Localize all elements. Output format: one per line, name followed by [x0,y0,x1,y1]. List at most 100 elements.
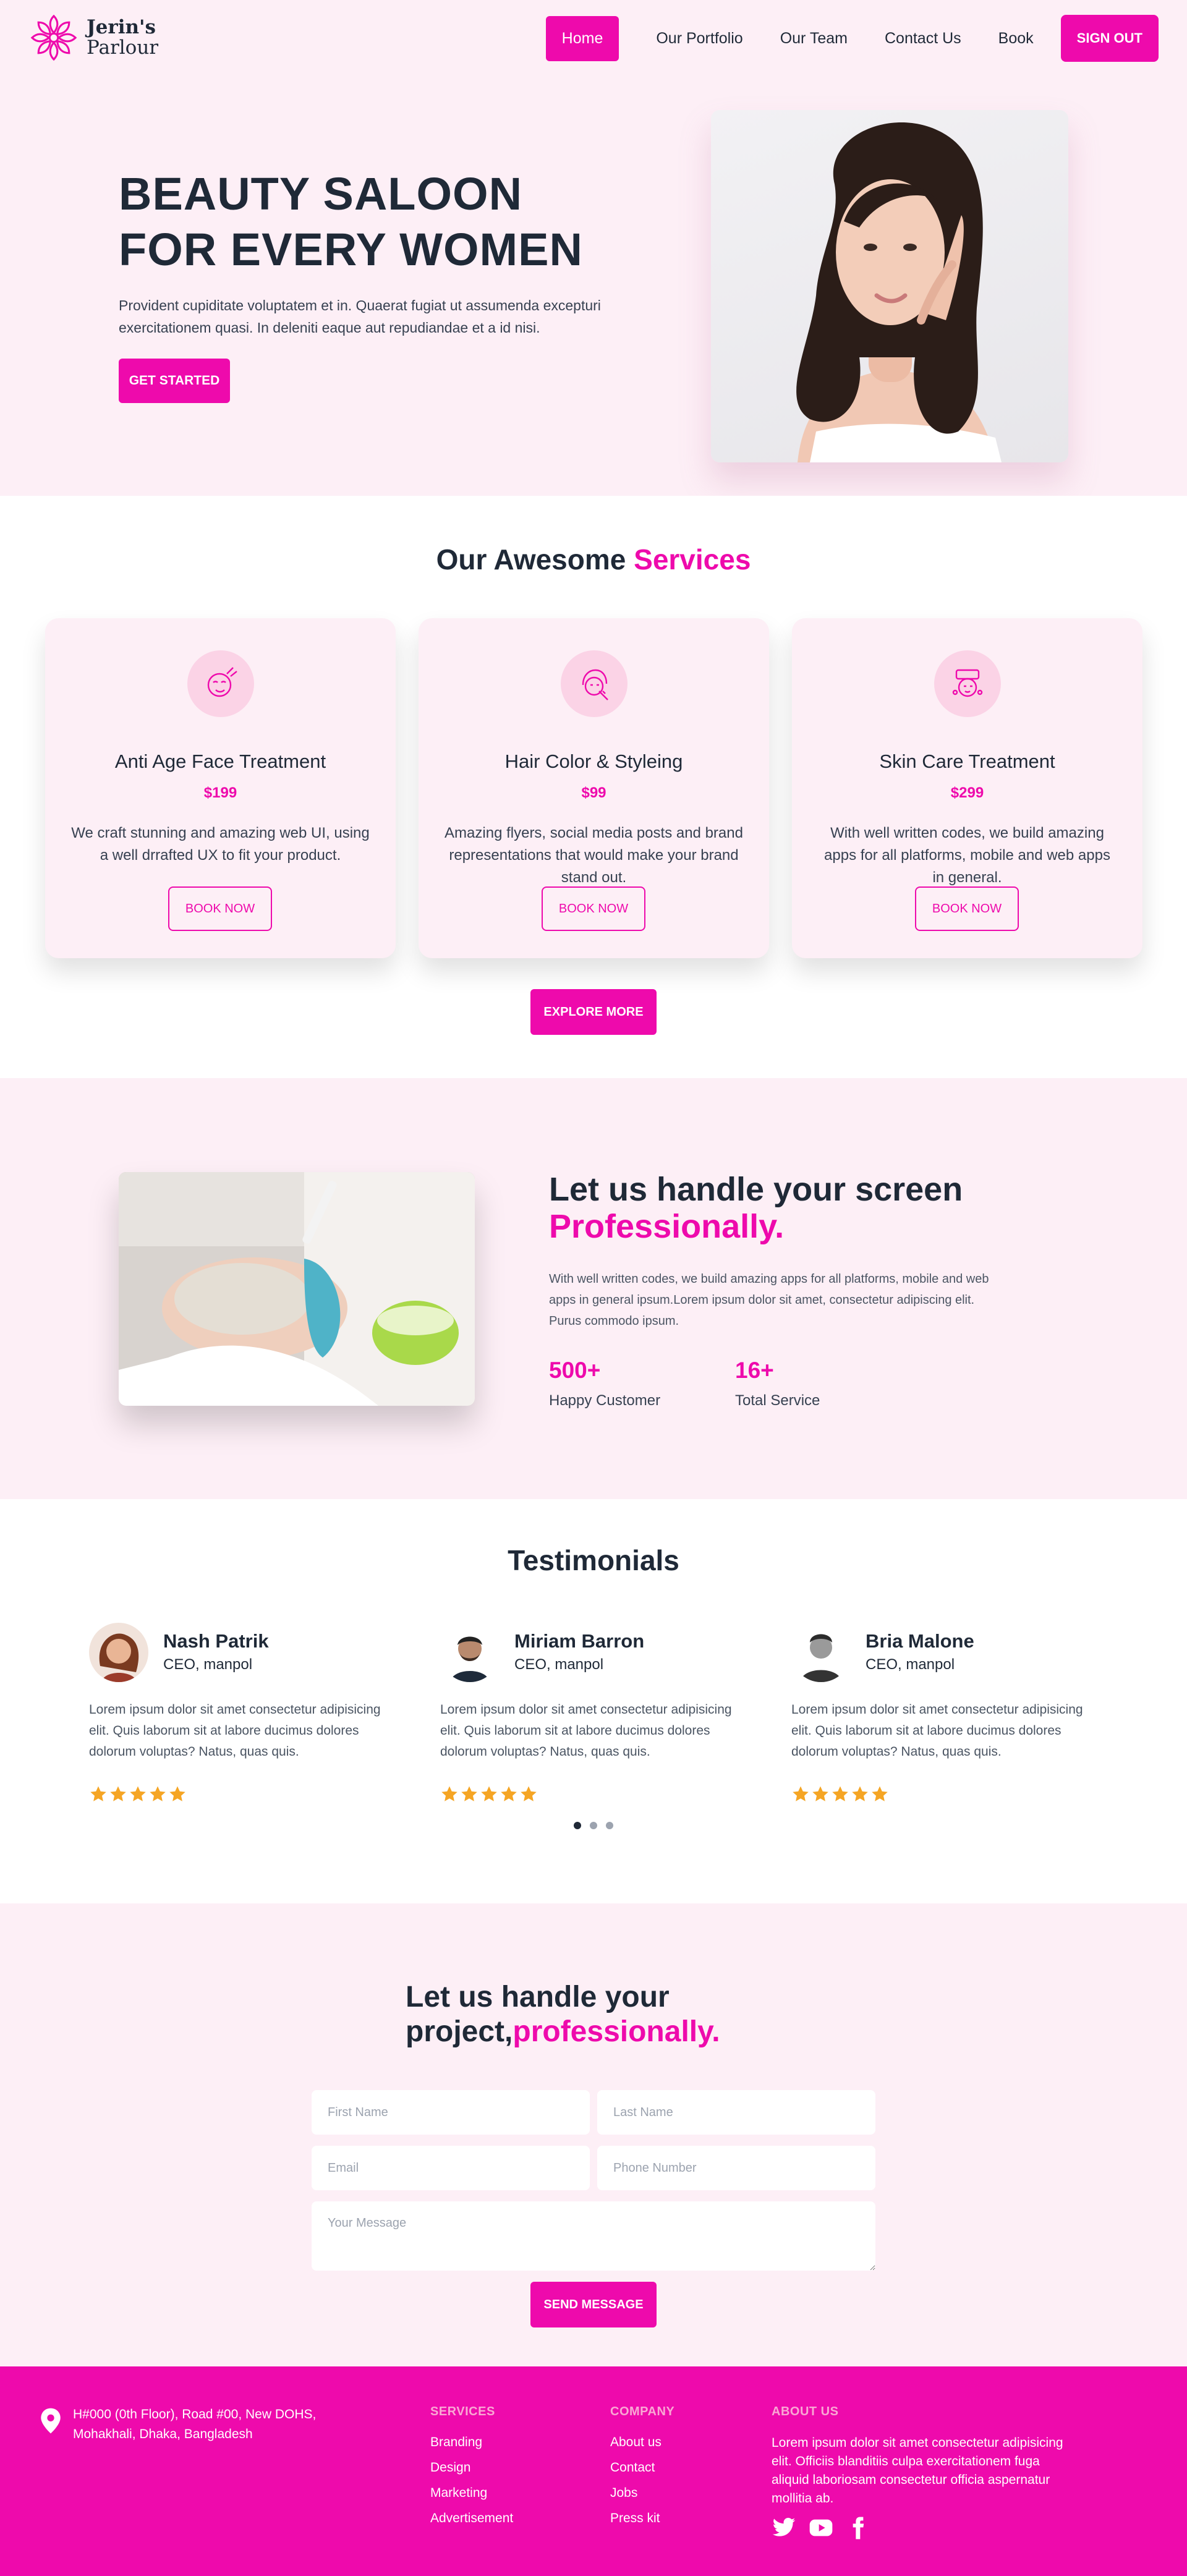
facebook-icon[interactable] [846,2515,870,2540]
services-title: Our Awesome Services [0,543,1187,576]
flower-logo-icon [30,14,77,61]
get-started-button[interactable]: GET STARTED [119,359,230,403]
testimonial-role: CEO, manpol [514,1656,604,1673]
testimonial-role: CEO, manpol [163,1656,253,1673]
footer-link-design[interactable]: Design [430,2460,513,2475]
footer-about-column: ABOUT US Lorem ipsum dolor sit amet cons… [772,2405,1081,2540]
services-title-accent: Services [634,543,751,576]
hero-section: BEAUTY SALOON FOR EVERY WOMEN Provident … [0,77,1187,496]
book-now-button[interactable]: BOOK NOW [542,886,645,931]
footer-link-jobs[interactable]: Jobs [610,2486,674,2501]
sign-out-button[interactable]: SIGN OUT [1060,15,1159,62]
email-field[interactable] [312,2146,590,2190]
star-icon [872,1786,888,1801]
testimonial-name: Miriam Barron [514,1630,645,1652]
footer-heading: COMPANY [610,2405,675,2418]
facial-treatment-illustration [119,1172,475,1406]
book-now-button[interactable]: BOOK NOW [168,886,272,931]
hero-model-illustration [796,122,1002,462]
nav-book-link[interactable]: Book [998,30,1034,48]
star-icon [90,1786,106,1801]
brand-name: Jerin's Parlour [87,17,158,57]
star-icon [812,1786,828,1801]
first-name-field[interactable] [312,2090,590,2135]
message-field[interactable] [312,2201,875,2271]
carousel-dot[interactable] [606,1822,613,1829]
service-title: Anti Age Face Treatment [114,750,326,772]
footer-link-branding[interactable]: Branding [430,2435,513,2450]
footer-link-about[interactable]: About us [610,2435,674,2450]
contact-title: Let us handle your project,professionall… [406,1980,720,2049]
stat-value: 500+ [549,1358,601,1383]
star-icon [521,1786,537,1801]
nav-contact-link[interactable]: Contact Us [885,30,961,48]
last-name-field[interactable] [597,2090,875,2135]
testimonial-name: Nash Patrik [163,1630,269,1652]
avatar [89,1623,148,1682]
star-icon [832,1786,848,1801]
nav-portfolio-link[interactable]: Our Portfolio [656,30,742,48]
service-card: Anti Age Face Treatment $199 We craft st… [45,618,396,958]
main-menu: Home Our Portfolio Our Team Contact Us B… [545,15,1159,62]
footer-link-marketing[interactable]: Marketing [430,2486,513,2501]
footer-link-contact[interactable]: Contact [610,2460,674,2475]
about-section: Let us handle your screen Professionally… [0,1078,1187,1499]
hero-description: Provident cupiditate voluptatem et in. Q… [119,297,601,336]
navbar: Jerin's Parlour Home Our Portfolio Our T… [0,0,1187,77]
footer-link-press-kit[interactable]: Press kit [610,2511,674,2526]
footer-heading: SERVICES [430,2405,495,2418]
testimonials-section: Testimonials Nash Patrik CEO, manpol Lor… [0,1499,1187,1903]
star-icon [501,1786,517,1801]
about-title-accent: Professionally. [549,1208,785,1245]
brand-logo[interactable]: Jerin's Parlour [30,14,158,62]
star-icon [461,1786,477,1801]
carousel-dot[interactable] [590,1822,597,1829]
contact-title-accent: professionally. [513,2015,720,2048]
testimonial-text: Lorem ipsum dolor sit amet consectetur a… [89,1702,381,1759]
explore-more-button[interactable]: EXPLORE MORE [530,989,657,1035]
facial-treatment-image [119,1172,475,1406]
star-icon [169,1786,185,1801]
nav-home-link[interactable]: Home [545,15,619,61]
location-pin-icon [41,2408,61,2434]
service-description: We craft stunning and amazing web UI, us… [71,825,370,864]
footer: H#000 (0th Floor), Road #00, New DOHS, M… [0,2366,1187,2576]
phone-field[interactable] [597,2146,875,2190]
service-description: With well written codes, we build amazin… [824,825,1110,886]
star-icon [793,1786,809,1801]
nav-team-link[interactable]: Our Team [780,30,848,48]
skin-care-icon [934,650,1001,717]
face-treatment-icon [187,650,254,717]
footer-address: H#000 (0th Floor), Road #00, New DOHS, M… [73,2407,317,2441]
about-description: With well written codes, we build amazin… [549,1272,989,1328]
send-message-button[interactable]: SEND MESSAGE [530,2282,657,2327]
stat-label: Happy Customer [549,1392,661,1409]
youtube-icon[interactable] [809,2515,833,2540]
testimonial-text: Lorem ipsum dolor sit amet consectetur a… [440,1702,732,1759]
footer-about-text: Lorem ipsum dolor sit amet consectetur a… [772,2436,1063,2506]
testimonial-text: Lorem ipsum dolor sit amet consectetur a… [791,1702,1083,1759]
service-price: $199 [203,784,237,801]
star-icon [130,1786,146,1801]
carousel-dot[interactable] [574,1822,581,1829]
star-icon [150,1786,166,1801]
hero-title-line2: FOR EVERY WOMEN [119,224,583,275]
hero-title-line1: BEAUTY SALOON [119,168,523,219]
twitter-icon[interactable] [772,2515,796,2540]
footer-company-column: COMPANY About us Contact Jobs Press kit [610,2405,674,2536]
hair-color-icon [561,650,628,717]
rating-stars [791,1785,889,1803]
about-title-line1: Let us handle your screen [549,1171,963,1208]
testimonial-role: CEO, manpol [866,1656,955,1673]
service-price: $299 [950,784,984,801]
avatar [791,1623,851,1682]
rating-stars [440,1785,538,1803]
testimonials-title: Testimonials [508,1544,679,1576]
brand-line2: Parlour [87,36,159,59]
service-title: Hair Color & Styleing [504,750,683,772]
footer-link-advertisement[interactable]: Advertisement [430,2511,513,2526]
hero-title: BEAUTY SALOON FOR EVERY WOMEN [119,166,583,278]
testimonial-name: Bria Malone [866,1630,974,1652]
book-now-button[interactable]: BOOK NOW [915,886,1019,931]
service-description: Amazing flyers, social media posts and b… [445,825,743,886]
